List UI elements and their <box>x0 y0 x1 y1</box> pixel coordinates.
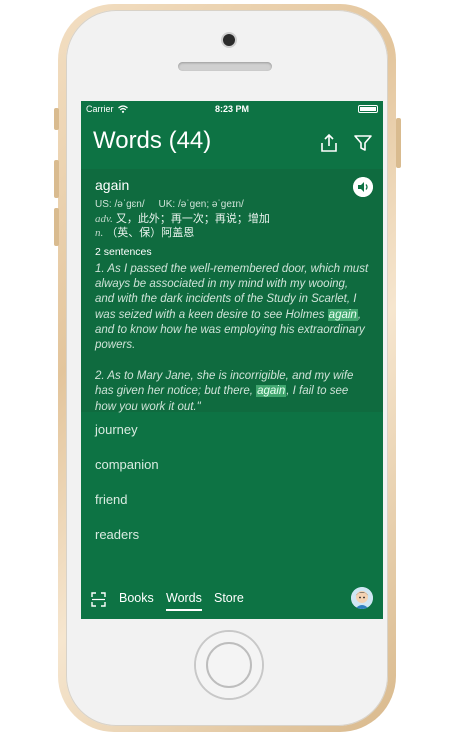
list-item[interactable]: readers <box>95 517 383 552</box>
word-detail-card[interactable]: again US: /əˈɡɛn/ UK: /əˈɡen; əˈɡeɪn/ ad… <box>81 169 383 415</box>
list-item[interactable]: friend <box>95 482 383 517</box>
sentence-2-highlight: again <box>256 385 287 398</box>
definition-n: n. （英、保）阿盖恩 <box>95 226 369 240</box>
list-item[interactable]: journey <box>95 412 383 447</box>
front-camera <box>223 34 235 46</box>
tab-bar: Books Words Store <box>81 579 383 619</box>
tab-words[interactable]: Words <box>166 591 202 611</box>
phonetic-us: US: /əˈɡɛn/ <box>95 199 145 210</box>
avatar[interactable] <box>351 587 373 609</box>
pos-adv: adv. <box>95 213 113 225</box>
home-button-ring <box>206 642 252 688</box>
phonetics: US: /əˈɡɛn/ UK: /əˈɡen; əˈɡeɪn/ <box>95 199 369 210</box>
word-headword: again <box>95 177 130 193</box>
pronounce-speaker-icon[interactable] <box>353 177 373 197</box>
app-header: Words (44) <box>81 117 383 169</box>
volume-up-button <box>54 160 59 198</box>
status-time: 8:23 PM <box>214 104 249 114</box>
sentence-count: 2 sentences <box>95 246 152 258</box>
share-icon[interactable] <box>319 133 339 153</box>
definition-adv-text: 又，此外；再一次；再说；增加 <box>112 213 270 225</box>
mute-switch <box>54 108 59 130</box>
filter-icon[interactable] <box>353 133 373 153</box>
example-sentence-2: 2. As to Mary Jane, she is incorrigible,… <box>95 369 369 415</box>
status-bar: Carrier 8:23 PM <box>81 101 383 117</box>
list-item[interactable]: companion <box>95 447 383 482</box>
sentence-1-highlight: again <box>327 308 358 321</box>
battery-icon <box>358 105 378 113</box>
page-title: Words (44) <box>93 127 212 154</box>
phonetic-uk: UK: /əˈɡen; əˈɡeɪn/ <box>158 199 244 210</box>
earpiece-speaker <box>178 62 272 71</box>
pos-n: n. <box>95 227 104 239</box>
definition-adv: adv. 又，此外；再一次；再说；增加 <box>95 212 369 226</box>
scan-icon[interactable] <box>91 592 106 607</box>
tab-store[interactable]: Store <box>214 591 244 605</box>
app-screen: Carrier 8:23 PM Words (44) again US: /əˈ… <box>81 101 383 619</box>
tab-books[interactable]: Books <box>119 591 154 605</box>
definition-n-text: （英、保）阿盖恩 <box>103 227 195 239</box>
word-list: journey companion friend readers <box>81 412 383 552</box>
power-button <box>396 118 401 168</box>
example-sentence-1: 1. As I passed the well-remembered door,… <box>95 262 369 353</box>
volume-down-button <box>54 208 59 246</box>
